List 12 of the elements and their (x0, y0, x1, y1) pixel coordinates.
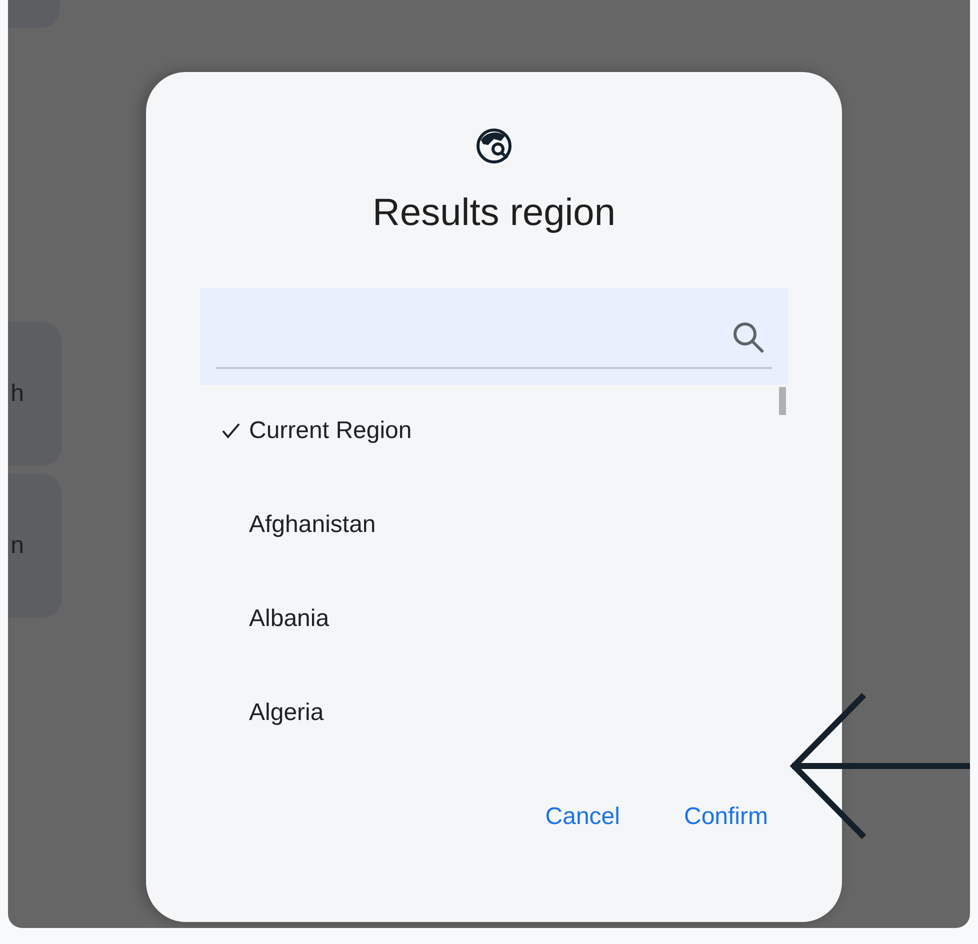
dialog-title: Results region (372, 191, 616, 236)
region-option[interactable]: Current Region (200, 383, 788, 479)
card-label: h (10, 380, 24, 408)
search-field[interactable] (200, 288, 788, 385)
region-option[interactable]: Afghanistan (200, 477, 788, 573)
cancel-button[interactable]: Cancel (545, 799, 620, 835)
region-option[interactable]: Albania (200, 571, 788, 667)
confirm-button[interactable]: Confirm (684, 799, 768, 835)
globe-search-icon (474, 126, 514, 166)
region-option[interactable]: Algeria (200, 665, 788, 761)
scrollbar-thumb[interactable] (779, 387, 786, 415)
card-label: n (10, 532, 24, 560)
